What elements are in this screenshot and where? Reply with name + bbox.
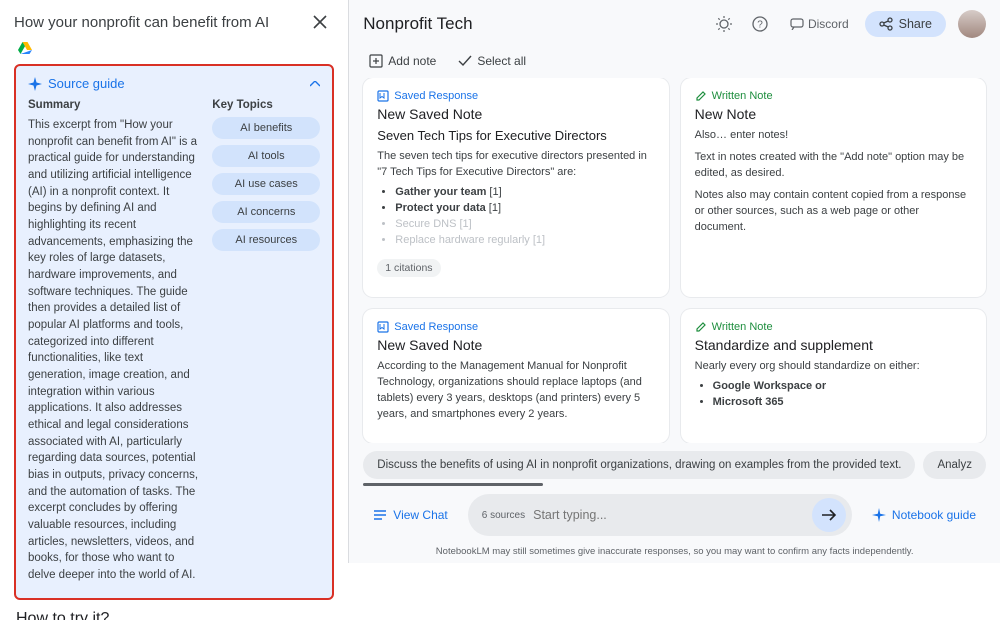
card-body: Also… enter notes! [695,128,972,144]
svg-text:?: ? [757,20,763,31]
suggestion-pill[interactable]: Discuss the benefits of using AI in nonp… [363,451,915,479]
note-card[interactable]: Saved Response New Saved Note According to… [363,309,668,443]
card-bullet: Microsoft 365 [713,395,972,411]
topic-chip[interactable]: AI tools [212,145,320,167]
card-bullet: Gather your team [1] [395,185,654,201]
send-button[interactable] [812,498,846,532]
summary-text: This excerpt from "How your nonprofit ca… [28,117,198,584]
topic-chip[interactable]: AI benefits [212,117,320,139]
card-tag: Saved Response [377,321,654,333]
card-tag: Saved Response [377,90,654,102]
notebook-title[interactable]: Nonprofit Tech [363,14,702,34]
drive-icon [18,42,32,54]
avatar[interactable] [958,10,986,38]
card-bullet-faded: Replace hardware regularly [1] [395,233,654,249]
collapse-icon[interactable] [310,81,320,87]
sources-count[interactable]: 6 sources [482,510,525,521]
note-card[interactable]: Written Note New Note Also… enter notes! Te… [681,78,986,297]
notebook-guide-button[interactable]: Notebook guide [862,502,986,528]
note-card[interactable]: Written Note Standardize and supplement Ne… [681,309,986,443]
chat-input[interactable] [533,508,804,522]
card-bullet: Protect your data [1] [395,201,654,217]
topic-chip[interactable]: AI concerns [212,201,320,223]
disclaimer-text: NotebookLM may still sometimes give inac… [349,544,1000,563]
card-subtitle: Seven Tech Tips for Executive Directors [377,128,654,143]
card-title: New Saved Note [377,106,654,122]
note-card[interactable]: Saved Response New Saved Note Seven Tech T… [363,78,668,297]
card-title: New Saved Note [377,337,654,353]
source-guide-label: Source guide [48,76,304,91]
share-button[interactable]: Share [865,11,946,37]
select-all-button[interactable]: Select all [458,54,526,68]
card-body: Nearly every org should standardize on e… [695,359,972,375]
citations-chip[interactable]: 1 citations [377,259,440,277]
card-body: Notes also may contain content copied fr… [695,188,972,236]
theme-icon[interactable] [710,10,738,38]
topics-heading: Key Topics [212,99,320,111]
card-title: New Note [695,106,972,122]
help-icon[interactable]: ? [746,10,774,38]
source-guide-panel: Source guide Summary This excerpt from "… [14,64,334,600]
card-tag: Written Note [695,321,972,333]
howto-heading: How to try it? [16,610,332,620]
suggestion-pill[interactable]: Analyz [923,451,986,479]
doc-title: How your nonprofit can benefit from AI [14,14,298,31]
topic-chip[interactable]: AI use cases [212,173,320,195]
card-tag: Written Note [695,90,972,102]
close-icon[interactable] [306,8,334,36]
add-note-button[interactable]: Add note [369,54,436,68]
card-body: According to the Management Manual for N… [377,359,654,423]
suggestion-row: Discuss the benefits of using AI in nonp… [363,451,986,479]
sparkle-icon [28,77,42,91]
card-bullet: Google Workspace or [713,379,972,395]
card-body: Text in notes created with the "Add note… [695,150,972,182]
topic-chip[interactable]: AI resources [212,229,320,251]
view-chat-button[interactable]: View Chat [363,502,457,528]
card-title: Standardize and supplement [695,337,972,353]
howto-section: How to try it? A few good sources to exp… [0,606,348,620]
discord-button[interactable]: Discord [782,13,857,35]
card-body: The seven tech tips for executive direct… [377,149,654,181]
chat-input-container: 6 sources [468,494,852,536]
summary-heading: Summary [28,99,198,111]
card-bullet-faded: Secure DNS [1] [395,217,654,233]
